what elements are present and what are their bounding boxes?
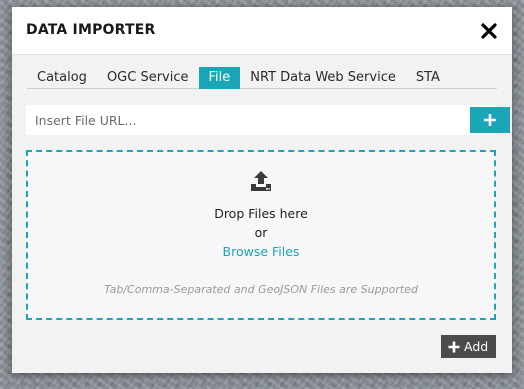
file-drop-zone[interactable]: Drop Files here or Browse Files Tab/Comm… bbox=[26, 150, 496, 320]
drop-files-text: Drop Files here bbox=[214, 206, 308, 221]
tab-bar: Catalog OGC Service File NRT Data Web Se… bbox=[27, 67, 497, 89]
file-url-input[interactable] bbox=[26, 105, 456, 135]
supported-formats-note: Tab/Comma-Separated and GeoJSON Files ar… bbox=[104, 283, 418, 296]
upload-icon bbox=[251, 171, 271, 191]
tab-ogc-service[interactable]: OGC Service bbox=[97, 67, 199, 89]
plus-icon bbox=[448, 341, 460, 353]
tab-sta[interactable]: STA bbox=[406, 67, 450, 89]
close-icon bbox=[481, 23, 497, 39]
or-text: or bbox=[254, 225, 268, 240]
plus-icon bbox=[484, 114, 496, 126]
data-importer-dialog: DATA IMPORTER Catalog OGC Service File N… bbox=[12, 7, 512, 373]
dialog-title: DATA IMPORTER bbox=[26, 22, 156, 38]
add-button[interactable]: Add bbox=[441, 335, 496, 358]
close-button[interactable] bbox=[479, 21, 499, 41]
add-url-button[interactable] bbox=[470, 107, 510, 133]
browse-files-link[interactable]: Browse Files bbox=[28, 244, 494, 259]
add-button-label: Add bbox=[464, 339, 489, 354]
tab-nrt-data-web-service[interactable]: NRT Data Web Service bbox=[240, 67, 406, 89]
tab-catalog[interactable]: Catalog bbox=[27, 67, 97, 89]
dialog-header: DATA IMPORTER bbox=[12, 7, 512, 55]
tab-file[interactable]: File bbox=[198, 67, 241, 89]
file-url-row bbox=[26, 105, 510, 135]
